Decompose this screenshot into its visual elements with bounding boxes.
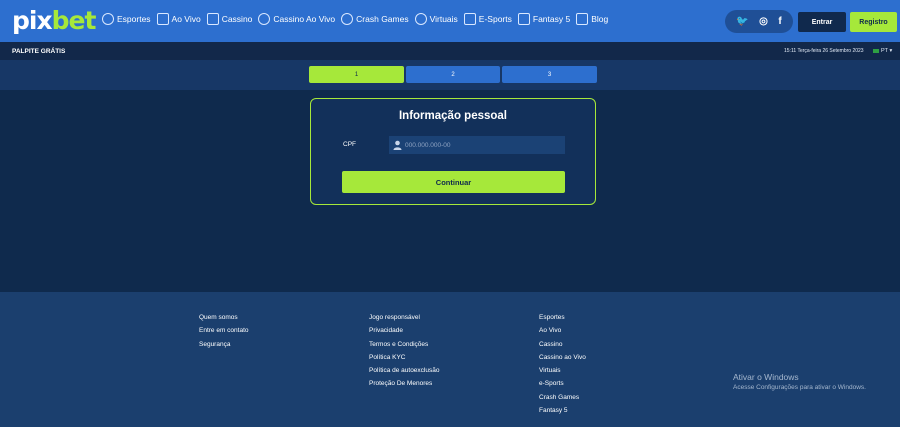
footer-link[interactable]: Proteção De Menores <box>369 380 439 393</box>
step-2[interactable]: 2 <box>406 66 500 83</box>
twitter-icon[interactable]: 🐦 <box>736 16 748 27</box>
footer-link[interactable]: e-Sports <box>539 380 586 393</box>
nav-item-crash-games[interactable]: Crash Games <box>341 13 409 25</box>
nav-label: Crash Games <box>356 14 409 24</box>
watermark-title: Ativar o Windows <box>733 372 799 382</box>
nav-item-e-sports[interactable]: E-Sports <box>463 13 512 25</box>
nav-item-esportes[interactable]: Esportes <box>102 13 151 25</box>
footer-link[interactable]: Crash Games <box>539 394 586 407</box>
nav-label: Ao Vivo <box>171 14 201 24</box>
cpf-input[interactable] <box>405 141 555 149</box>
nav-label: Cassino Ao Vivo <box>273 14 336 24</box>
footer-link[interactable]: Esportes <box>539 314 586 327</box>
language-selector[interactable]: PT ▾ <box>873 48 892 54</box>
language-code: PT <box>881 48 889 54</box>
form-title: Informação pessoal <box>398 110 507 122</box>
cards-icon <box>206 13 219 25</box>
registration-steps: 1 2 3 <box>0 60 900 90</box>
live-icon <box>156 13 169 25</box>
footer-link[interactable]: Termos e Condições <box>369 341 439 354</box>
watermark-subtitle: Acesse Configurações para ativar o Windo… <box>733 384 866 391</box>
step-1[interactable]: 1 <box>309 66 404 83</box>
personal-info-card: Informação pessoal CPF Continuar <box>310 98 596 205</box>
nav-item-ao-vivo[interactable]: Ao Vivo <box>156 13 201 25</box>
register-button[interactable]: Registro <box>850 12 897 32</box>
main-content: Informação pessoal CPF Continuar <box>0 90 900 292</box>
step-3[interactable]: 3 <box>502 66 597 83</box>
social-links: 🐦 ◎ f <box>725 10 793 33</box>
gamepad-icon <box>463 13 476 25</box>
rocket-icon <box>341 13 354 25</box>
footer-link[interactable]: Jogo responsável <box>369 314 439 327</box>
footer-link[interactable]: Política de autoexclusão <box>369 367 439 380</box>
continue-button[interactable]: Continuar <box>342 171 565 193</box>
footer-link[interactable]: Entre em contato <box>199 327 249 340</box>
brazil-flag-icon <box>873 49 879 53</box>
footer-link[interactable]: Política KYC <box>369 354 439 367</box>
footer: Quem somos Entre em contato Segurança Jo… <box>0 292 900 427</box>
logo-part-2: bet <box>51 6 97 35</box>
user-icon <box>389 136 405 154</box>
instagram-icon[interactable]: ◎ <box>759 16 768 27</box>
nav-label: Blog <box>591 14 609 24</box>
soccer-ball-icon <box>102 13 114 25</box>
main-nav: Esportes Ao Vivo Cassino Cassino Ao Vivo… <box>102 13 614 25</box>
footer-link[interactable]: Cassino <box>539 341 586 354</box>
footer-link[interactable]: Fantasy 5 <box>539 407 586 420</box>
footer-link[interactable]: Cassino ao Vivo <box>539 354 586 367</box>
virtual-icon <box>414 13 427 25</box>
nav-item-cassino[interactable]: Cassino <box>206 13 253 25</box>
footer-link[interactable]: Segurança <box>199 341 249 354</box>
nav-label: Virtuais <box>429 14 458 24</box>
nav-label: E-Sports <box>478 14 512 24</box>
cpf-label: CPF <box>343 141 356 148</box>
login-button[interactable]: Entrar <box>798 12 846 32</box>
current-datetime: 15:11 Terça-feira 26 Setembro 2023 <box>784 48 864 54</box>
facebook-icon[interactable]: f <box>778 16 781 27</box>
windows-activation-watermark: Ativar o Windows Acesse Configurações pa… <box>733 372 866 391</box>
footer-column-policies: Jogo responsável Privacidade Termos e Co… <box>369 314 439 394</box>
free-tip-link[interactable]: PALPITE GRÁTIS <box>12 48 65 55</box>
footer-link[interactable]: Quem somos <box>199 314 249 327</box>
nav-label: Cassino <box>221 14 253 24</box>
cpf-field-wrapper <box>389 136 565 154</box>
sub-header: PALPITE GRÁTIS 15:11 Terça-feira 26 Sete… <box>0 42 900 60</box>
footer-link[interactable]: Privacidade <box>369 327 439 340</box>
footer-column-products: Esportes Ao Vivo Cassino Cassino ao Vivo… <box>539 314 586 420</box>
footer-column-about: Quem somos Entre em contato Segurança <box>199 314 249 354</box>
top-navbar: pixbet Esportes Ao Vivo Cassino Cassino … <box>0 0 900 42</box>
nav-item-cassino-ao-vivo[interactable]: Cassino Ao Vivo <box>258 13 335 25</box>
fantasy-icon <box>517 13 530 25</box>
roulette-icon <box>258 13 271 25</box>
nav-label: Fantasy 5 <box>532 14 571 24</box>
nav-item-fantasy-5[interactable]: Fantasy 5 <box>517 13 571 25</box>
blog-icon <box>576 13 589 25</box>
pixbet-logo[interactable]: pixbet <box>12 6 97 35</box>
footer-link[interactable]: Ao Vivo <box>539 327 586 340</box>
logo-part-1: pix <box>12 6 53 35</box>
nav-item-blog[interactable]: Blog <box>576 13 608 25</box>
nav-item-virtuais[interactable]: Virtuais <box>414 13 458 25</box>
nav-label: Esportes <box>117 14 151 24</box>
footer-link[interactable]: Virtuais <box>539 367 586 380</box>
